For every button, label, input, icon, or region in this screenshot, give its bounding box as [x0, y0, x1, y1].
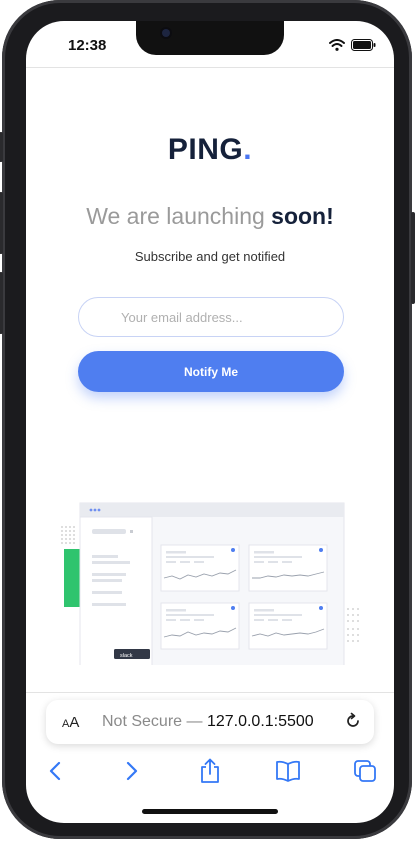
mute-switch [0, 132, 3, 162]
bookmarks-button[interactable] [273, 756, 303, 786]
camera-icon [162, 29, 170, 37]
battery-icon [351, 39, 376, 51]
browser-nav [26, 756, 394, 786]
url-display[interactable]: Not Secure — 127.0.0.1:5500 [102, 713, 314, 731]
address-bar[interactable]: AA Not Secure — 127.0.0.1:5500 [46, 700, 374, 744]
share-button[interactable] [195, 756, 225, 786]
headline-bold: soon! [271, 203, 334, 229]
phone-screen: 12:38 PING. We are launching soon! Subsc… [26, 21, 394, 823]
security-label: Not Secure — [102, 713, 203, 730]
volume-down-button [0, 272, 3, 334]
email-input[interactable] [78, 297, 344, 337]
reload-icon[interactable] [344, 712, 362, 730]
chevron-left-icon [49, 761, 61, 781]
phone-frame: 12:38 PING. We are launching soon! Subsc… [0, 0, 415, 839]
brand-dot: . [243, 133, 253, 166]
status-time: 12:38 [68, 37, 107, 54]
headline-light: We are launching [86, 203, 272, 229]
chevron-right-icon [126, 761, 138, 781]
forward-button[interactable] [117, 756, 147, 786]
tabs-icon [354, 760, 376, 782]
notch [136, 21, 284, 55]
slack-label: slack [120, 653, 133, 659]
reader-settings-button[interactable]: AA [62, 714, 79, 731]
home-indicator [142, 809, 278, 814]
volume-up-button [0, 192, 3, 254]
power-button [411, 212, 415, 304]
brand-name: PING [167, 133, 244, 166]
tabs-button[interactable] [350, 756, 380, 786]
subline: Subscribe and get notified [134, 249, 286, 264]
status-icons [329, 39, 376, 51]
wifi-icon [329, 39, 345, 51]
headline: We are launching soon! [26, 203, 394, 230]
back-button[interactable] [40, 756, 70, 786]
brand-logo: PING. [26, 133, 394, 167]
url-host: 127.0.0.1:5500 [206, 713, 314, 730]
status-divider [26, 67, 394, 68]
aa-big: A [69, 714, 80, 731]
book-icon [276, 760, 300, 782]
dashboard-illustration: slack [61, 502, 359, 665]
toolbar-divider [26, 692, 394, 693]
notify-me-button[interactable]: Notify Me [78, 351, 344, 392]
share-icon [201, 758, 219, 783]
